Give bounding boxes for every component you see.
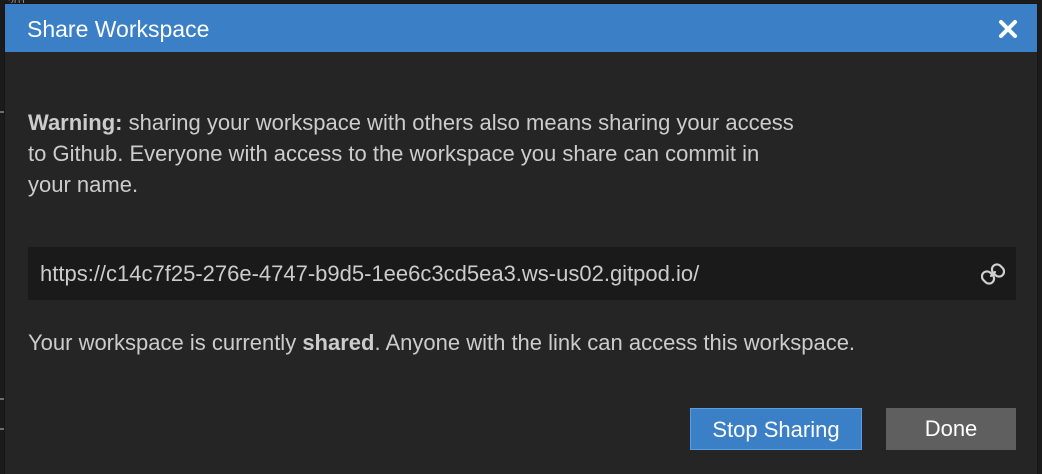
dialog-titlebar: Share Workspace xyxy=(5,4,1037,52)
status-state: shared xyxy=(302,330,375,355)
status-prefix: Your workspace is currently xyxy=(28,330,303,355)
share-url-text[interactable]: https://c14c7f25-276e-4747-b9d5-1ee6c3cd… xyxy=(40,261,699,286)
sharing-status: Your workspace is currently shared. Anyo… xyxy=(28,330,855,356)
share-url-field[interactable]: https://c14c7f25-276e-4747-b9d5-1ee6c3cd… xyxy=(28,247,1016,300)
link-icon[interactable] xyxy=(980,262,1006,286)
warning-text: sharing your workspace with others also … xyxy=(28,110,794,197)
done-button[interactable]: Done xyxy=(886,408,1016,450)
close-icon[interactable] xyxy=(997,18,1019,40)
stop-sharing-button[interactable]: Stop Sharing xyxy=(690,408,862,450)
warning-message: Warning: sharing your workspace with oth… xyxy=(28,107,808,200)
dialog-title: Share Workspace xyxy=(27,16,210,42)
warning-label: Warning: xyxy=(28,110,123,135)
share-workspace-dialog: Share Workspace Warning: sharing your wo… xyxy=(5,4,1037,474)
status-suffix: . Anyone with the link can access this w… xyxy=(374,330,856,355)
